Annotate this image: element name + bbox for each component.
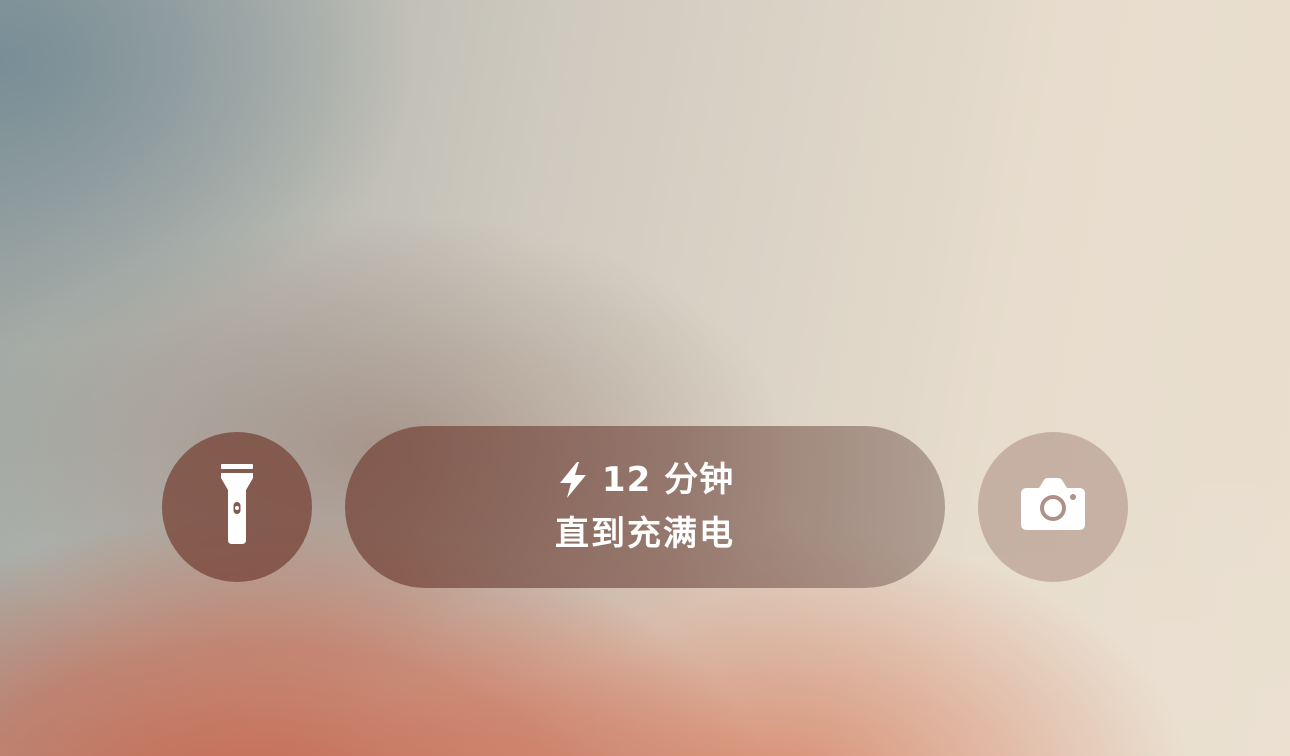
- flashlight-button[interactable]: [162, 432, 312, 582]
- charging-status-text: 直到充满电: [555, 514, 735, 554]
- camera-icon: [1019, 478, 1087, 536]
- charging-status-pill: 12 分钟 直到充满电: [345, 426, 945, 588]
- lock-screen-bottom-controls: 12 分钟 直到充满电: [0, 0, 1290, 756]
- charging-time-row: 12 分钟: [556, 460, 734, 500]
- flashlight-icon: [219, 464, 255, 550]
- lightning-bolt-icon: [556, 461, 590, 499]
- charging-time-remaining: 12 分钟: [601, 460, 735, 500]
- camera-button[interactable]: [978, 432, 1128, 582]
